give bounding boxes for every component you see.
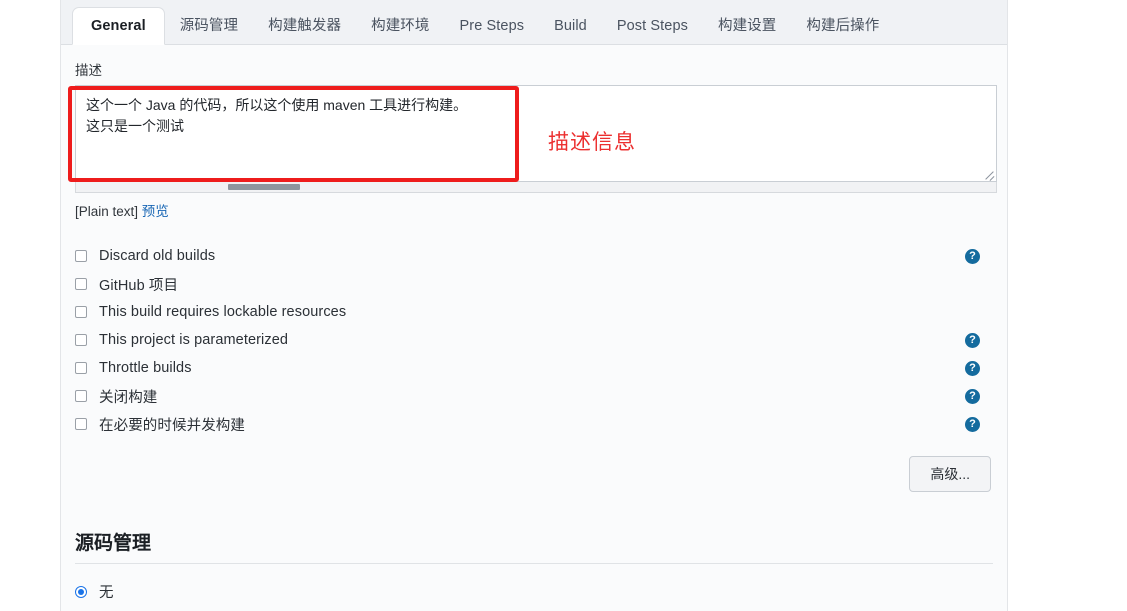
checkbox-discard-old-builds[interactable] xyxy=(75,250,87,262)
description-horizontal-scrollbar[interactable] xyxy=(75,182,997,193)
option-row-concurrent-builds[interactable]: 在必要的时候并发构建 ? xyxy=(75,410,993,438)
checkbox-parameterized[interactable] xyxy=(75,334,87,346)
markup-format-line: [Plain text] 预览 xyxy=(75,200,993,220)
tab-build[interactable]: Build xyxy=(539,8,602,45)
help-icon[interactable]: ? xyxy=(965,332,980,348)
checkbox-throttle-builds[interactable] xyxy=(75,362,87,374)
tab-build-settings[interactable]: 构建设置 xyxy=(703,8,791,45)
scm-radio-list: 无 ? Git ? xyxy=(75,578,993,611)
checkbox-lockable-resources[interactable] xyxy=(75,306,87,318)
markup-type-label: [Plain text] xyxy=(75,204,139,219)
annotation-label: 描述信息 xyxy=(548,131,636,154)
preview-link[interactable]: 预览 xyxy=(142,204,169,219)
option-row-discard-old-builds[interactable]: Discard old builds ? xyxy=(75,242,993,270)
option-row-lockable-resources[interactable]: This build requires lockable resources ? xyxy=(75,298,993,326)
option-row-throttle-builds[interactable]: Throttle builds ? xyxy=(75,354,993,382)
description-input[interactable] xyxy=(75,85,997,182)
tab-post-build-actions[interactable]: 构建后操作 xyxy=(791,8,894,45)
checkbox-disable-build[interactable] xyxy=(75,390,87,402)
option-label[interactable]: GitHub 项目 xyxy=(99,274,178,295)
config-panel: General 源码管理 构建触发器 构建环境 Pre Steps Build … xyxy=(60,0,1008,611)
tab-scm[interactable]: 源码管理 xyxy=(165,8,253,45)
help-icon[interactable]: ? xyxy=(965,416,980,432)
option-label[interactable]: Throttle builds xyxy=(99,360,192,376)
option-row-disable-build[interactable]: 关闭构建 ? xyxy=(75,382,993,410)
description-label: 描述 xyxy=(75,63,102,78)
general-options-list: Discard old builds ? GitHub 项目 ? This bu… xyxy=(75,242,993,438)
scrollbar-thumb[interactable] xyxy=(228,184,300,190)
help-icon[interactable]: ? xyxy=(965,388,980,404)
config-tab-bar: General 源码管理 构建触发器 构建环境 Pre Steps Build … xyxy=(61,0,1007,45)
description-field-wrapper xyxy=(75,85,997,182)
help-icon[interactable]: ? xyxy=(965,248,980,264)
checkbox-concurrent-builds[interactable] xyxy=(75,418,87,430)
scm-option-row-git[interactable]: Git ? xyxy=(75,605,993,611)
option-row-parameterized[interactable]: This project is parameterized ? xyxy=(75,326,993,354)
config-body: 描述 [Plain text] 预览 Discard old builds ? xyxy=(61,59,1007,611)
help-icon[interactable]: ? xyxy=(965,360,980,376)
tab-pre-steps[interactable]: Pre Steps xyxy=(445,8,540,45)
option-label[interactable]: 关闭构建 xyxy=(99,386,157,407)
checkbox-github-project[interactable] xyxy=(75,278,87,290)
tab-post-steps[interactable]: Post Steps xyxy=(602,8,703,45)
scm-section-title: 源码管理 xyxy=(75,528,993,564)
radio-scm-none[interactable] xyxy=(75,585,87,598)
advanced-row: 高级... xyxy=(75,456,993,492)
option-row-github-project[interactable]: GitHub 项目 ? xyxy=(75,270,993,298)
scm-option-label[interactable]: 无 xyxy=(99,581,114,602)
advanced-button[interactable]: 高级... xyxy=(909,456,991,492)
option-label[interactable]: This project is parameterized xyxy=(99,332,288,348)
option-label[interactable]: This build requires lockable resources xyxy=(99,304,346,320)
scm-option-row-none[interactable]: 无 ? xyxy=(75,578,993,605)
tab-build-environment[interactable]: 构建环境 xyxy=(356,8,444,45)
option-label[interactable]: 在必要的时候并发构建 xyxy=(99,414,245,435)
page-root: General 源码管理 构建触发器 构建环境 Pre Steps Build … xyxy=(0,0,1127,611)
option-label[interactable]: Discard old builds xyxy=(99,248,215,264)
tab-build-triggers[interactable]: 构建触发器 xyxy=(253,8,356,45)
tab-general[interactable]: General xyxy=(72,7,165,45)
